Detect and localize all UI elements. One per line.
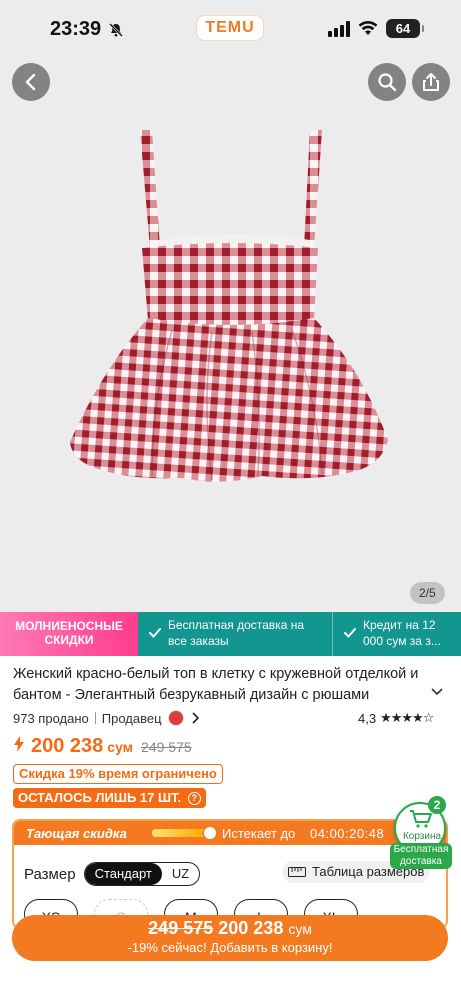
chevron-left-icon <box>25 73 36 91</box>
flash-line-2: СКИДКИ <box>44 633 94 647</box>
promo-1-line-1: Бесплатная доставка на <box>168 618 304 632</box>
timer-icon <box>202 825 218 841</box>
bell-muted-icon <box>109 23 123 37</box>
countdown-timer: 04:00:20:48 <box>310 826 385 841</box>
cta-text: -19% сейчас! Добавить в корзину! <box>127 940 333 955</box>
promo-2-line-2: 000 сум за з... <box>363 634 441 648</box>
current-price: 200 238 <box>31 735 104 757</box>
credit-promo[interactable]: Кредит на 12 000 сум за з... <box>332 612 461 656</box>
status-bar: 23:39 TEMU 64 <box>0 16 461 46</box>
share-button[interactable] <box>412 63 450 101</box>
chevron-right-icon[interactable] <box>188 711 202 725</box>
check-icon <box>344 628 356 638</box>
promo-banner[interactable]: МОЛНИЕНОСНЫЕ СКИДКИ Бесплатная доставка … <box>0 612 461 656</box>
sold-count: 973 продано <box>13 710 89 726</box>
product-title[interactable]: Женский красно-белый топ в клетку с круж… <box>13 664 421 706</box>
gallery-pager: 2/5 <box>410 582 445 604</box>
variant-selector: Тающая скидка Истекает до 04:00:20:48 Ра… <box>12 819 448 929</box>
signal-icon <box>328 21 350 37</box>
seller-logo[interactable] <box>167 710 184 726</box>
add-to-cart-button[interactable]: 249 575 200 238 сум -19% сейчас! Добавит… <box>12 915 448 961</box>
brand-logo: TEMU <box>197 16 263 40</box>
product-gallery[interactable]: 23:39 TEMU 64 2/5 <box>0 0 461 612</box>
promo-1-line-2: все заказы <box>168 634 229 648</box>
battery-indicator: 64 <box>386 19 424 38</box>
cta-old-price: 249 575 <box>148 918 214 938</box>
help-icon[interactable]: ? <box>187 792 201 805</box>
lightning-icon <box>14 736 24 752</box>
stock-badge[interactable]: ОСТАЛОСЬ ЛИШЬ 17 ШТ. ? <box>13 788 206 808</box>
search-icon <box>378 73 397 92</box>
old-price: 249 575 <box>141 739 192 755</box>
cart-icon <box>410 810 432 828</box>
expires-label: Истекает до <box>222 826 296 841</box>
ruler-icon <box>288 867 306 877</box>
flash-line-1: МОЛНИЕНОСНЫЕ <box>15 619 123 633</box>
melting-discount-bar: Тающая скидка Истекает до 04:00:20:48 <box>14 821 446 845</box>
cta-price: 200 238 <box>218 918 284 938</box>
product-rating[interactable]: 4,3 ★★★★☆ <box>358 710 434 726</box>
rating-value: 4,3 <box>358 710 377 726</box>
free-line-2: доставка <box>400 856 442 867</box>
cart-label: Корзина <box>402 831 442 842</box>
divider <box>94 712 96 724</box>
search-button[interactable] <box>368 63 406 101</box>
free-shipping-promo[interactable]: Бесплатная доставка на все заказы <box>138 612 332 656</box>
cta-currency: сум <box>288 921 312 937</box>
flash-sale-badge[interactable]: МОЛНИЕНОСНЫЕ СКИДКИ <box>0 612 138 656</box>
rating-stars: ★★★★☆ <box>380 710 434 725</box>
size-header: Размер Стандарт UZ <box>24 862 201 886</box>
size-label: Размер <box>24 865 76 883</box>
chevron-down-icon[interactable] <box>430 685 444 699</box>
free-shipping-tag: Бесплатная доставка <box>390 843 452 869</box>
stock-text: ОСТАЛОСЬ ЛИШЬ 17 ШТ. <box>18 790 182 805</box>
size-system-standard[interactable]: Стандарт <box>84 863 162 885</box>
back-button[interactable] <box>12 63 50 101</box>
discount-badge: Скидка 19% время ограничено <box>13 764 223 784</box>
free-line-1: Бесплатная <box>393 844 449 855</box>
wifi-icon <box>358 20 378 35</box>
cta-price-line: 249 575 200 238 сум <box>12 918 448 939</box>
size-system-toggle[interactable]: Стандарт UZ <box>83 862 201 886</box>
size-system-uz[interactable]: UZ <box>162 863 199 885</box>
seller-link[interactable]: Продавец <box>102 711 162 726</box>
promo-2-line-1: Кредит на 12 <box>363 618 436 632</box>
status-time: 23:39 <box>50 18 102 40</box>
deal-label: Тающая скидка <box>26 826 127 841</box>
price-currency: сум <box>107 739 134 755</box>
price-row: 200 238 сум 249 575 <box>13 735 192 758</box>
product-image <box>70 130 388 482</box>
check-icon <box>149 628 161 638</box>
product-meta: 973 продано Продавец <box>13 710 202 726</box>
cart-count-badge: 2 <box>428 796 446 814</box>
share-icon <box>423 73 439 91</box>
floating-cart[interactable]: Корзина 2 Бесплатная доставка <box>390 796 452 872</box>
